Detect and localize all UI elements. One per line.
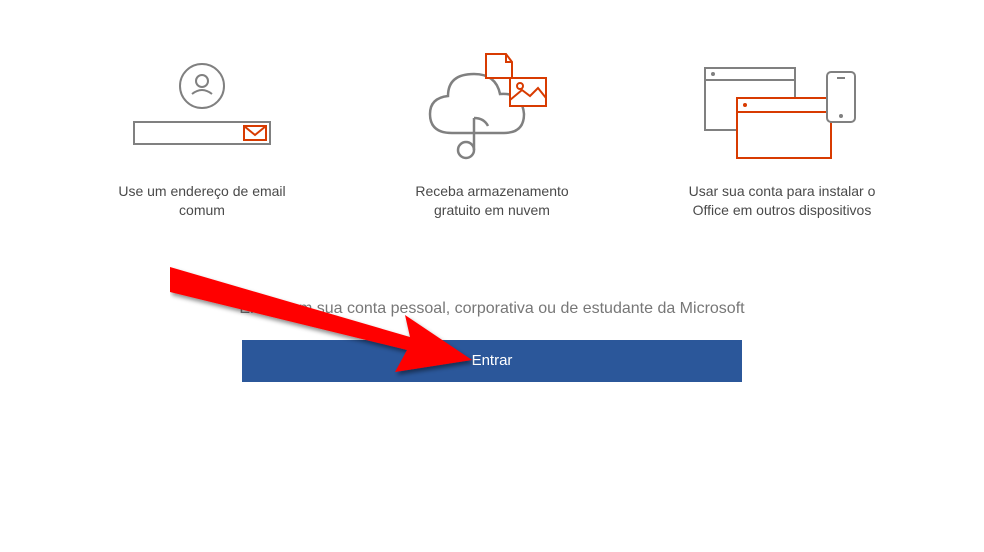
feature-devices-label: Usar sua conta para instalar o Office em… <box>682 182 882 220</box>
email-icon <box>132 48 272 168</box>
feature-row: Use um endereço de email comum Receba ar… <box>0 48 984 220</box>
signin-button[interactable]: Entrar <box>242 340 742 382</box>
signin-instruction: Entre com sua conta pessoal, corporativa… <box>239 300 744 318</box>
feature-devices: Usar sua conta para instalar o Office em… <box>682 48 882 220</box>
feature-email-label: Use um endereço de email comum <box>102 182 302 220</box>
signin-button-label: Entrar <box>472 352 513 369</box>
feature-cloud: Receba armazenamento gratuito em nuvem <box>392 48 592 220</box>
feature-cloud-label: Receba armazenamento gratuito em nuvem <box>392 182 592 220</box>
signin-section: Entre com sua conta pessoal, corporativa… <box>0 300 984 382</box>
devices-icon <box>697 48 867 168</box>
feature-email: Use um endereço de email comum <box>102 48 302 220</box>
cloud-storage-icon <box>412 48 572 168</box>
